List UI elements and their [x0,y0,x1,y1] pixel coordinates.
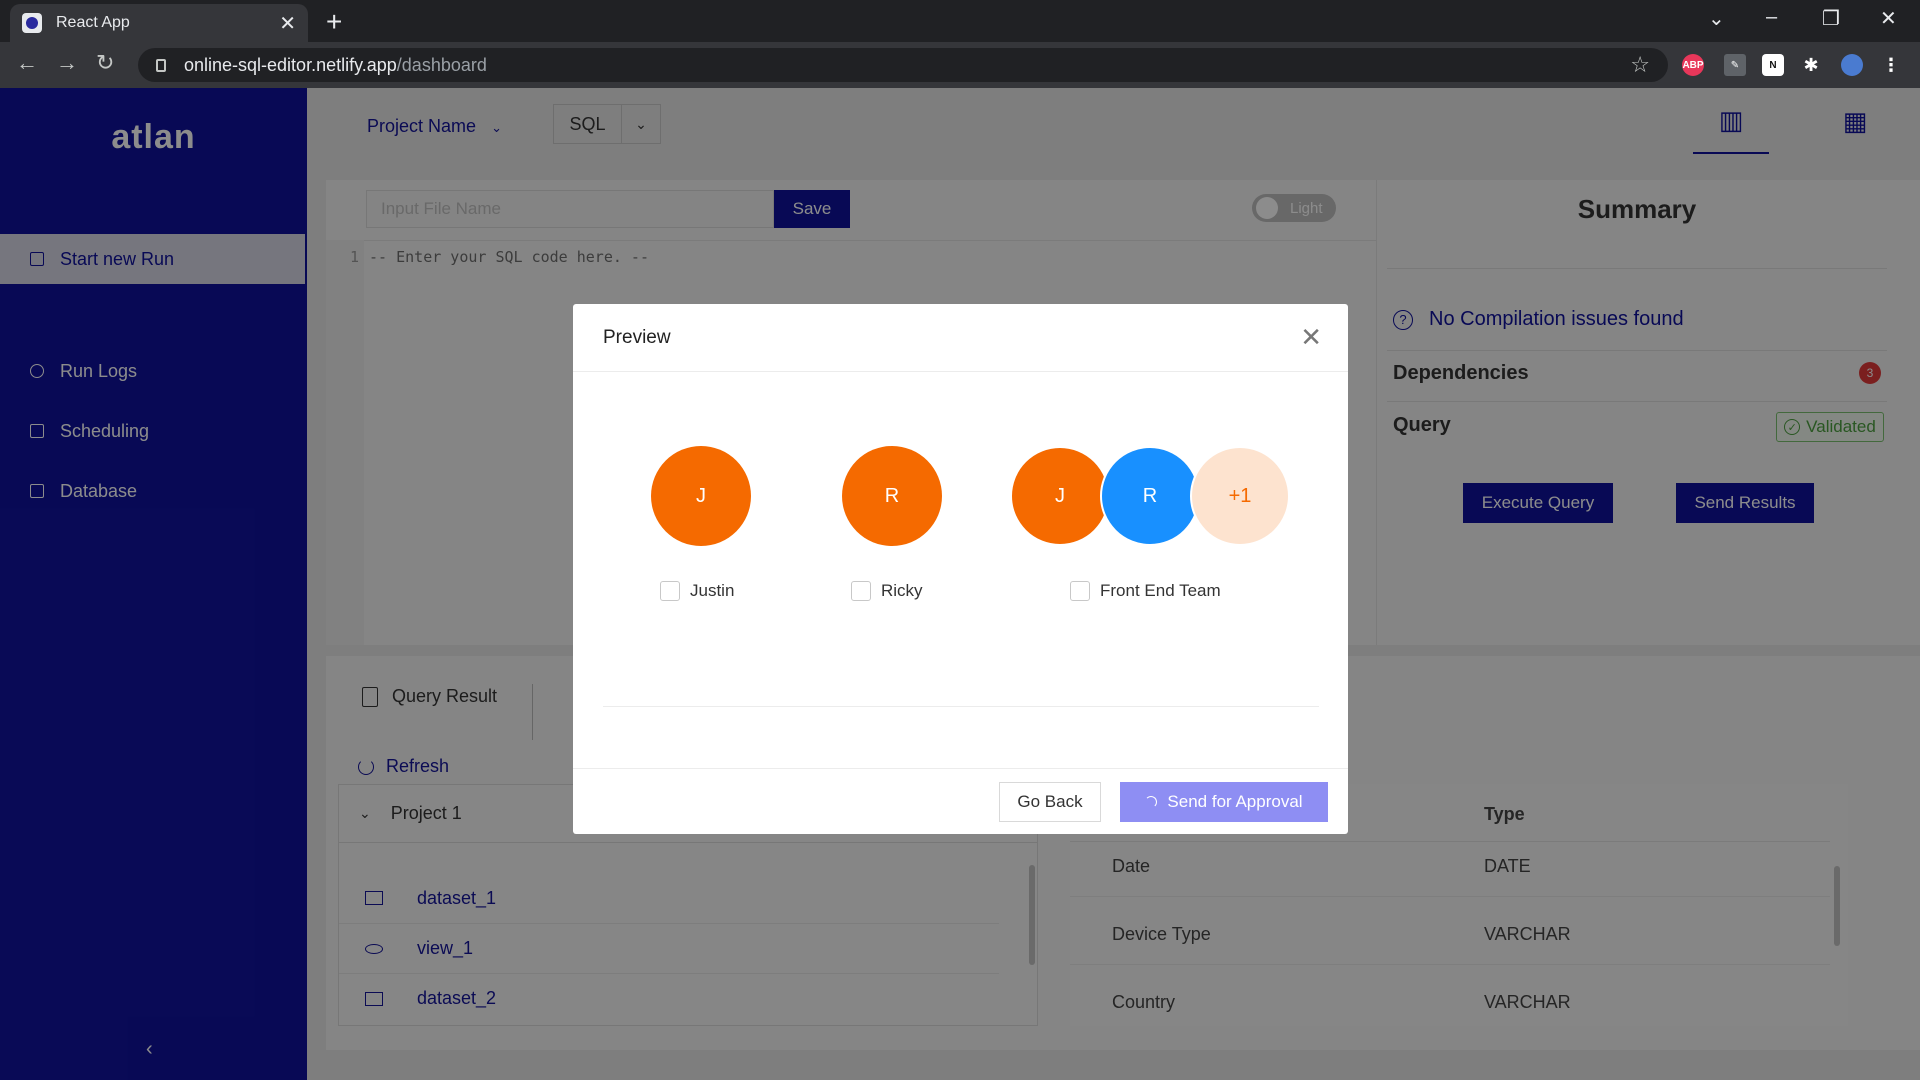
url-path: /dashboard [396,54,487,75]
recipient-label: Front End Team [1100,581,1221,600]
avatar: R [842,446,942,546]
adblock-icon[interactable]: ABP [1682,54,1704,76]
new-tab-icon[interactable]: + [326,6,342,38]
favicon-icon [22,13,42,33]
avatar: R [1100,446,1200,546]
extensions-puzzle-icon[interactable]: ✱ [1800,54,1822,76]
omnibox[interactable]: online-sql-editor.netlify.app/dashboard … [138,48,1668,82]
recipient-checkbox-justin[interactable] [660,581,680,601]
recipient-label: Ricky [881,581,923,600]
modal-title: Preview [603,326,671,348]
window-close-icon[interactable]: ✕ [1880,6,1897,31]
recipient-checkbox-front-end-team[interactable] [1070,581,1090,601]
send-for-approval-button[interactable]: Send for Approval [1120,782,1328,822]
close-icon[interactable]: ✕ [1300,322,1322,353]
forward-icon[interactable]: → [56,50,78,76]
avatar: J [1010,446,1110,546]
notion-icon[interactable]: N [1762,54,1784,76]
avatar-more-count: +1 [1190,446,1290,546]
loading-spinner-icon [1145,796,1158,808]
url-domain: online-sql-editor.netlify.app [184,54,397,75]
address-bar: ← → ↻ online-sql-editor.netlify.app/dash… [0,42,1920,88]
recipient-checkbox-ricky[interactable] [851,581,871,601]
tab-close-icon[interactable]: ✕ [279,11,296,36]
avatar: J [651,446,751,546]
browser-tabbar: React App ✕ + ⌄ – ❐ ✕ [0,0,1920,42]
menu-kebab-icon[interactable]: ⋮ [1880,54,1902,76]
modal-footer [573,768,1348,769]
go-back-button[interactable]: Go Back [999,782,1101,822]
reload-icon[interactable]: ↻ [96,50,114,76]
approve-label: Send for Approval [1167,792,1303,811]
browser-tab[interactable]: React App ✕ [10,4,308,42]
preview-modal: Preview ✕ J Justin R Ricky J R +1 Front … [573,304,1348,834]
bookmark-star-icon[interactable]: ☆ [1630,52,1650,78]
restore-icon[interactable]: ❐ [1822,6,1840,31]
lock-icon [156,58,166,72]
extension-pen-icon[interactable]: ✎ [1724,54,1746,76]
profile-avatar[interactable] [1841,54,1863,76]
minimize-icon[interactable]: – [1766,6,1777,29]
tab-title: React App [56,14,130,31]
recipient-label: Justin [690,581,735,600]
tab-search-icon[interactable]: ⌄ [1708,6,1725,31]
back-icon[interactable]: ← [16,50,38,76]
divider [603,706,1319,707]
modal-header: Preview ✕ [573,304,1348,372]
